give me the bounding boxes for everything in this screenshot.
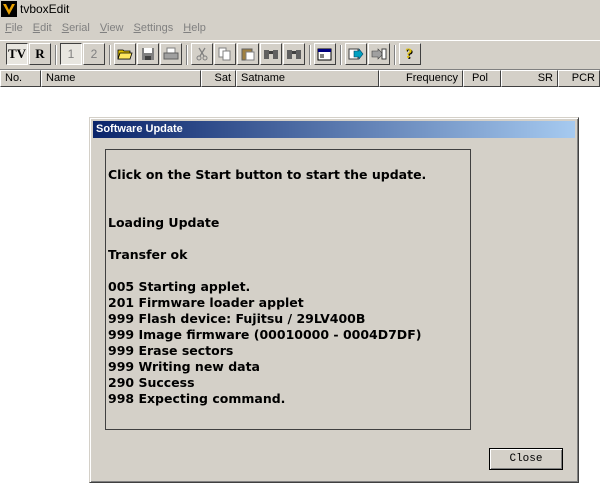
- upload-arrow-icon: [371, 48, 387, 60]
- column-frequency[interactable]: Frequency: [379, 70, 463, 87]
- copy-icon: [218, 47, 231, 61]
- open-button[interactable]: [114, 43, 136, 65]
- toolbar-separator: [186, 45, 188, 65]
- find-next-button[interactable]: [283, 43, 305, 65]
- toolbar-separator: [309, 45, 311, 65]
- menu-view[interactable]: View: [95, 22, 129, 34]
- column-sr[interactable]: SR: [501, 70, 558, 87]
- print-button[interactable]: [160, 43, 182, 65]
- menu-serial[interactable]: Serial: [57, 22, 95, 34]
- column-satname[interactable]: Satname: [236, 70, 379, 87]
- scissors-icon: [196, 47, 208, 61]
- software-update-dialog: Software Update Click on the Start butto…: [89, 117, 579, 483]
- printer-icon: [163, 47, 179, 60]
- download-arrow-icon: [348, 48, 364, 60]
- save-button[interactable]: [137, 43, 159, 65]
- help-question-icon: ??: [405, 46, 414, 62]
- toolbar: TV R 1 2 ??: [0, 40, 600, 70]
- log-line: 999 Erase sectors: [108, 343, 234, 358]
- log-line: 999 Image firmware (00010000 - 0004D7DF): [108, 327, 422, 342]
- svg-text:?: ?: [405, 46, 413, 62]
- properties-button[interactable]: [314, 43, 336, 65]
- log-line: 998 Expecting command.: [108, 391, 286, 406]
- log-line: 999 Writing new data: [108, 359, 260, 374]
- menu-help[interactable]: Help: [178, 22, 211, 34]
- tv-mode-button[interactable]: TV: [6, 43, 28, 65]
- send-button[interactable]: [368, 43, 390, 65]
- toolbar-separator: [109, 45, 111, 65]
- column-name[interactable]: Name: [41, 70, 201, 87]
- radio-mode-button[interactable]: R: [29, 43, 51, 65]
- folder-open-icon: [117, 49, 133, 60]
- column-sat[interactable]: Sat: [201, 70, 236, 87]
- binoculars-icon: [264, 50, 278, 59]
- binoculars-next-icon: [287, 50, 301, 59]
- column-pol[interactable]: Pol: [463, 70, 501, 87]
- toolbar-separator: [394, 45, 396, 65]
- receive-button[interactable]: [345, 43, 367, 65]
- log-line: 999 Flash device: Fujitsu / 29LV400B: [108, 311, 366, 326]
- paste-button[interactable]: [237, 43, 259, 65]
- menu-file[interactable]: File: [0, 22, 28, 34]
- paste-icon: [241, 48, 255, 61]
- close-button[interactable]: Close: [489, 448, 563, 470]
- app-title: tvboxEdit: [20, 2, 70, 16]
- menu-bar: File Edit Serial View Settings Help: [0, 19, 600, 37]
- channel-list-header: No. Name Sat Satname Frequency Pol SR PC…: [0, 70, 600, 87]
- toolbar-separator: [340, 45, 342, 65]
- menu-settings[interactable]: Settings: [129, 22, 179, 34]
- log-line: Transfer ok: [108, 247, 188, 262]
- list-2-button[interactable]: 2: [83, 43, 105, 65]
- update-log-box: Click on the Start button to start the u…: [105, 149, 471, 430]
- log-line: 005 Starting applet.: [108, 279, 251, 294]
- toolbar-separator: [55, 45, 57, 65]
- menu-edit[interactable]: Edit: [28, 22, 57, 34]
- floppy-disk-icon: [142, 48, 154, 60]
- find-button[interactable]: [260, 43, 282, 65]
- help-button[interactable]: ??: [399, 43, 421, 65]
- app-logo-icon: [1, 1, 17, 17]
- window-titlebar: tvboxEdit: [0, 0, 600, 18]
- dialog-title: Software Update: [93, 121, 575, 138]
- log-line: Click on the Start button to start the u…: [108, 167, 427, 182]
- log-line: Loading Update: [108, 215, 220, 230]
- column-no[interactable]: No.: [0, 70, 41, 87]
- log-line: 201 Firmware loader applet: [108, 295, 304, 310]
- log-line: 290 Success: [108, 375, 195, 390]
- list-1-button[interactable]: 1: [60, 43, 82, 65]
- copy-button[interactable]: [214, 43, 236, 65]
- cut-button[interactable]: [191, 43, 213, 65]
- properties-icon: [317, 48, 332, 61]
- column-pcr[interactable]: PCR: [558, 70, 600, 87]
